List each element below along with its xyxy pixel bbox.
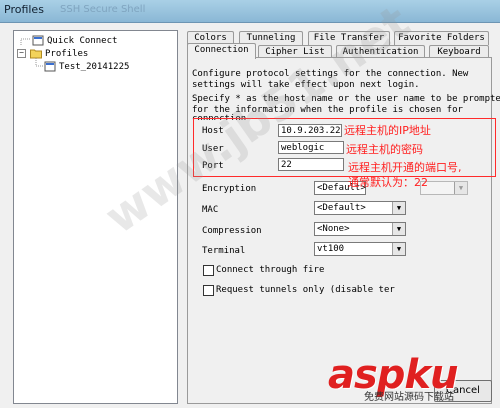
terminal-select[interactable]: vt100 ▼ <box>314 242 406 256</box>
mac-value: <Default> <box>317 203 366 213</box>
connect-through-firewall-label: Connect through fire <box>216 265 325 275</box>
mac-label: MAC <box>202 205 219 215</box>
site-logo: aspku 免费网站源码下载站 <box>328 352 500 408</box>
chevron-down-icon[interactable]: ▼ <box>392 202 405 214</box>
encryption-label: Encryption <box>202 184 257 194</box>
chevron-down-icon[interactable]: ▼ <box>392 243 405 255</box>
tab-connection[interactable]: Connection <box>187 43 256 59</box>
logo-sub-text: 免费网站源码下载站 <box>364 392 454 403</box>
tree-lines <box>20 38 43 67</box>
port-annotation-line-1: 远程主机开通的端口号, <box>348 161 462 174</box>
user-annotation: 远程主机的密码 <box>346 143 423 156</box>
chevron-down-icon: ▼ <box>454 182 467 194</box>
request-tunnels-checkbox[interactable] <box>203 285 214 296</box>
port-annotation-line-2: 通常默认为：22 <box>348 176 428 189</box>
chevron-down-icon[interactable]: ▼ <box>392 223 405 235</box>
window-title: Profiles <box>4 3 44 16</box>
mac-select[interactable]: <Default> ▼ <box>314 201 406 215</box>
tree-item-test-profile[interactable]: Test_20141225 <box>44 60 129 73</box>
tree-item-label: Test_20141225 <box>59 61 130 72</box>
compression-value: <None> <box>317 224 350 234</box>
host-annotation: 远程主机的IP地址 <box>344 124 431 137</box>
connect-through-firewall-checkbox[interactable] <box>203 265 214 276</box>
request-tunnels-label: Request tunnels only (disable ter <box>216 285 395 295</box>
terminal-value: vt100 <box>317 244 345 254</box>
tree-item-label: Quick Connect <box>47 35 118 46</box>
window-ghost-title: SSH Secure Shell <box>60 4 146 15</box>
compression-label: Compression <box>202 226 262 236</box>
compression-select[interactable]: <None> ▼ <box>314 222 406 236</box>
terminal-label: Terminal <box>202 246 246 256</box>
title-bar: Profiles SSH Secure Shell <box>0 0 500 23</box>
